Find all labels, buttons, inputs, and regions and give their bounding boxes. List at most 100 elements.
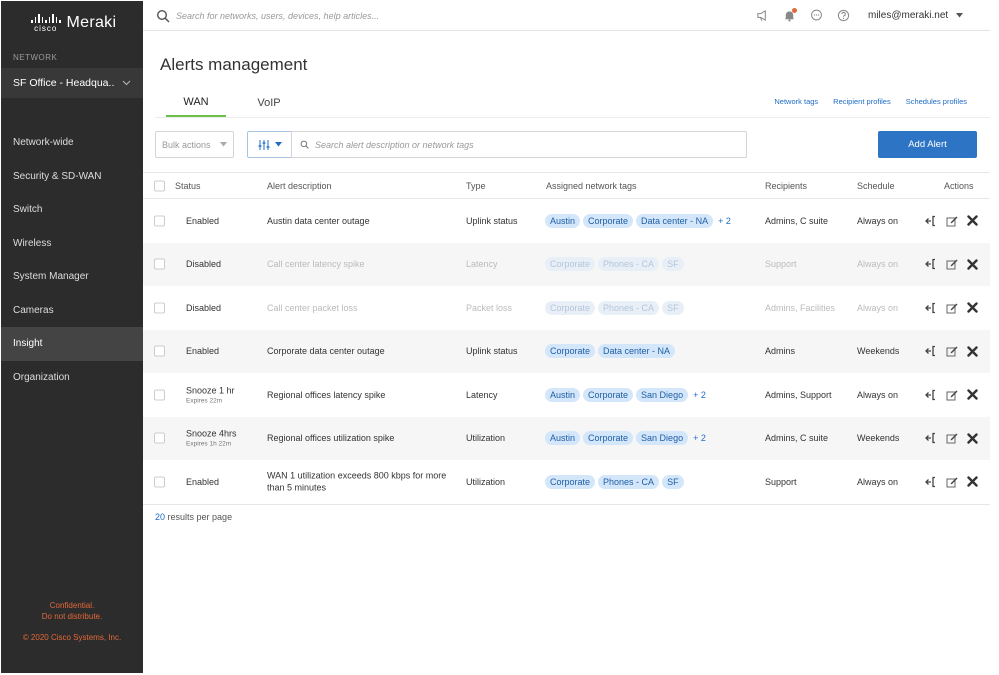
network-tag[interactable]: Corporate (545, 474, 596, 489)
row-checkbox[interactable] (154, 432, 165, 444)
table-row[interactable]: Snooze 1 hr Expires 22m Regional offices l… (143, 373, 990, 417)
edit-icon[interactable] (946, 389, 958, 401)
copy-alert-icon[interactable] (925, 258, 937, 270)
network-tag[interactable]: Phones - CA (598, 300, 660, 315)
caret-down-icon[interactable] (956, 11, 964, 20)
tab-wan[interactable]: WAN (166, 88, 226, 117)
sidebar-item-insight[interactable]: Insight (1, 327, 143, 361)
table-row[interactable]: Enabled WAN 1 utilization exceeds 800 kbp… (143, 460, 990, 504)
header-recipients[interactable]: Recipients (765, 181, 807, 191)
network-tag[interactable]: Corporate (583, 431, 634, 446)
copy-alert-icon[interactable] (925, 302, 937, 314)
header-type[interactable]: Type (466, 181, 486, 191)
more-tags-link[interactable]: + 2 (693, 433, 706, 443)
copy-alert-icon[interactable] (925, 476, 937, 488)
edit-icon[interactable] (946, 476, 958, 488)
copy-alert-icon[interactable] (925, 389, 937, 401)
header-description[interactable]: Alert description (267, 181, 332, 191)
delete-icon[interactable] (967, 433, 978, 444)
network-selector[interactable]: SF Office - Headqua.. (1, 68, 143, 98)
user-menu[interactable]: miles@meraki.net (868, 10, 948, 21)
header-tags[interactable]: Assigned network tags (546, 181, 637, 191)
row-checkbox[interactable] (154, 215, 165, 227)
copy-alert-icon[interactable] (925, 345, 937, 357)
network-tag[interactable]: Corporate (545, 300, 596, 315)
edit-icon[interactable] (946, 215, 958, 227)
table-row[interactable]: Disabled Call center latency spike Latency… (143, 242, 990, 286)
alert-search-input[interactable]: Search alert description or network tags (291, 131, 747, 158)
network-tag[interactable]: SF (662, 474, 684, 489)
more-tags-link[interactable]: + 2 (693, 390, 706, 400)
sidebar-item-organization[interactable]: Organization (1, 361, 143, 395)
assigned-tags: Corporate Phones - CA SF (545, 474, 684, 489)
results-per-page-select[interactable]: 20 (155, 512, 165, 522)
header-schedule[interactable]: Schedule (857, 181, 895, 191)
network-tag[interactable]: Phones - CA (598, 257, 660, 272)
network-tag[interactable]: Austin (545, 213, 581, 228)
recipient-profiles-link[interactable]: Recipient profiles (833, 97, 891, 106)
row-checkbox[interactable] (154, 476, 165, 488)
network-tag[interactable]: SF (662, 300, 684, 315)
network-tag[interactable]: Corporate (545, 257, 596, 272)
chat-icon[interactable] (810, 9, 823, 22)
select-all-checkbox[interactable] (154, 180, 165, 191)
tab-voip[interactable]: VoIP (226, 88, 312, 117)
brand-logo[interactable]: cisco Meraki (1, 1, 143, 45)
sidebar-item-label: Insight (13, 338, 43, 350)
network-tag[interactable]: Corporate (583, 387, 634, 402)
sidebar-item-network-wide[interactable]: Network-wide (1, 126, 143, 160)
row-checkbox[interactable] (154, 389, 165, 401)
network-tag[interactable]: SF (662, 257, 684, 272)
sidebar-item-cameras[interactable]: Cameras (1, 294, 143, 328)
delete-icon[interactable] (967, 302, 978, 313)
filter-button[interactable] (247, 131, 291, 158)
confidential-notice: Confidential. (49, 601, 95, 610)
network-tag[interactable]: Austin (545, 431, 581, 446)
add-alert-button[interactable]: Add Alert (878, 131, 977, 158)
delete-icon[interactable] (967, 476, 978, 487)
table-row[interactable]: Enabled Corporate data center outage Uplin… (143, 329, 990, 373)
network-tag[interactable]: Phones - CA (598, 474, 660, 489)
network-tag[interactable]: San Diego (636, 387, 689, 402)
table-row[interactable]: Enabled Austin data center outage Uplink s… (143, 199, 990, 243)
table-toolbar: Bulk actions Search alert description or… (155, 131, 747, 158)
sidebar-item-switch[interactable]: Switch (1, 193, 143, 227)
delete-icon[interactable] (967, 389, 978, 400)
delete-icon[interactable] (967, 346, 978, 357)
edit-icon[interactable] (946, 432, 958, 444)
global-search-input[interactable]: Search for networks, users, devices, hel… (176, 11, 736, 21)
network-tag[interactable]: Data center - NA (636, 213, 714, 228)
schedules-profiles-link[interactable]: Schedules profiles (906, 97, 967, 106)
copy-alert-icon[interactable] (925, 432, 937, 444)
network-tag[interactable]: Austin (545, 387, 581, 402)
delete-icon[interactable] (967, 259, 978, 270)
sidebar-item-wireless[interactable]: Wireless (1, 227, 143, 261)
network-tag[interactable]: San Diego (636, 431, 689, 446)
row-checkbox[interactable] (154, 302, 165, 314)
delete-icon[interactable] (967, 215, 978, 226)
more-tags-link[interactable]: + 2 (718, 216, 731, 226)
row-checkbox[interactable] (154, 345, 165, 357)
row-checkbox[interactable] (154, 258, 165, 270)
meraki-wordmark: Meraki (66, 14, 117, 31)
sidebar-item-system-manager[interactable]: System Manager (1, 260, 143, 294)
edit-icon[interactable] (946, 345, 958, 357)
help-icon[interactable] (837, 9, 850, 22)
notifications-bell-icon[interactable] (783, 8, 797, 22)
network-tags-link[interactable]: Network tags (774, 97, 818, 106)
table-row[interactable]: Disabled Call center packet loss Packet lo… (143, 286, 990, 330)
network-label: NETWORK (13, 53, 58, 62)
edit-icon[interactable] (946, 258, 958, 270)
network-tag[interactable]: Corporate (545, 344, 596, 359)
search-icon[interactable] (156, 9, 170, 23)
recipients: Support (765, 476, 797, 487)
table-row[interactable]: Snooze 4hrs Expires 1h 22m Regional office… (143, 416, 990, 460)
header-status[interactable]: Status (175, 181, 201, 191)
copy-alert-icon[interactable] (925, 215, 937, 227)
bulk-actions-dropdown[interactable]: Bulk actions (155, 131, 234, 158)
edit-icon[interactable] (946, 302, 958, 314)
announcements-icon[interactable] (756, 9, 769, 22)
network-tag[interactable]: Corporate (583, 213, 634, 228)
network-tag[interactable]: Data center - NA (598, 344, 676, 359)
sidebar-item-security-sd-wan[interactable]: Security & SD-WAN (1, 160, 143, 194)
